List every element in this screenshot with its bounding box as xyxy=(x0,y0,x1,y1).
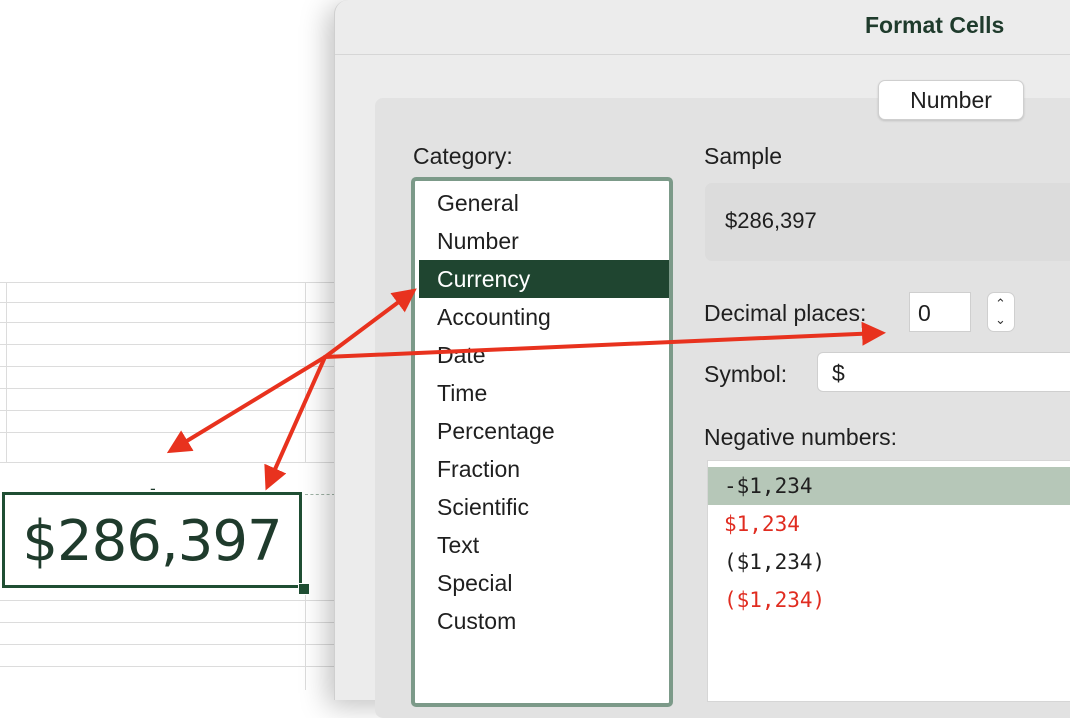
grid-line xyxy=(0,600,335,601)
grid-line xyxy=(0,644,335,645)
negative-option-red-parentheses[interactable]: ($1,234) xyxy=(716,581,1070,619)
grid-line xyxy=(0,302,335,303)
category-item-percentage[interactable]: Percentage xyxy=(419,412,669,450)
decimal-places-label: Decimal places: xyxy=(704,300,867,326)
sample-box: $286,397 xyxy=(705,183,1070,261)
symbol-select[interactable]: $ xyxy=(817,352,1070,392)
negative-numbers-list[interactable]: -$1,234 $1,234 ($1,234) ($1,234) xyxy=(707,460,1070,702)
category-item-special[interactable]: Special xyxy=(419,564,669,602)
grid-line xyxy=(305,282,306,462)
category-item-date[interactable]: Date xyxy=(419,336,669,374)
category-item-time[interactable]: Time xyxy=(419,374,669,412)
category-item-fraction[interactable]: Fraction xyxy=(419,450,669,488)
sample-value: $286,397 xyxy=(725,208,817,233)
category-item-text[interactable]: Text xyxy=(419,526,669,564)
grid-line xyxy=(0,282,335,283)
grid-line xyxy=(0,622,335,623)
negative-option-red[interactable]: $1,234 xyxy=(716,505,1070,543)
grid-line xyxy=(0,462,335,463)
symbol-label: Symbol: xyxy=(704,361,788,387)
grid-line xyxy=(0,322,335,323)
copy-border xyxy=(305,494,335,495)
grid-line xyxy=(0,666,335,667)
sample-label: Sample xyxy=(704,143,782,169)
category-item-scientific[interactable]: Scientific xyxy=(419,488,669,526)
chevron-down-icon[interactable]: ⌄ xyxy=(995,312,1006,328)
negative-option-minus[interactable]: -$1,234 xyxy=(708,467,1070,505)
tab-number[interactable]: Number xyxy=(878,80,1024,120)
grid-line xyxy=(0,366,335,367)
grid-line xyxy=(0,410,335,411)
grid-line xyxy=(305,595,306,690)
grid-line xyxy=(0,388,335,389)
negative-numbers-label: Negative numbers: xyxy=(704,424,898,450)
decimal-places-input[interactable]: 0 xyxy=(909,292,971,332)
decimal-places-stepper[interactable]: ⌃ ⌄ xyxy=(987,292,1015,332)
spreadsheet-area: - $286,397 xyxy=(0,0,340,690)
grid-line xyxy=(0,432,335,433)
category-list[interactable]: General Number Currency Accounting Date … xyxy=(411,177,673,707)
category-item-custom[interactable]: Custom xyxy=(419,602,669,640)
format-cells-dialog: Format Cells Number Category: General Nu… xyxy=(334,0,1070,718)
grid-line xyxy=(0,344,335,345)
category-item-general[interactable]: General xyxy=(419,184,669,222)
category-item-accounting[interactable]: Accounting xyxy=(419,298,669,336)
category-item-number[interactable]: Number xyxy=(419,222,669,260)
category-item-currency[interactable]: Currency xyxy=(419,260,669,298)
selected-cell[interactable]: $286,397 xyxy=(2,492,302,588)
grid-line xyxy=(6,282,7,462)
divider xyxy=(335,54,1070,55)
chevron-up-icon[interactable]: ⌃ xyxy=(995,296,1006,312)
dialog-title: Format Cells xyxy=(865,12,1005,38)
negative-option-parentheses[interactable]: ($1,234) xyxy=(716,543,1070,581)
fill-handle[interactable] xyxy=(298,583,310,595)
category-label: Category: xyxy=(413,143,513,169)
cell-value: $286,397 xyxy=(22,509,282,574)
